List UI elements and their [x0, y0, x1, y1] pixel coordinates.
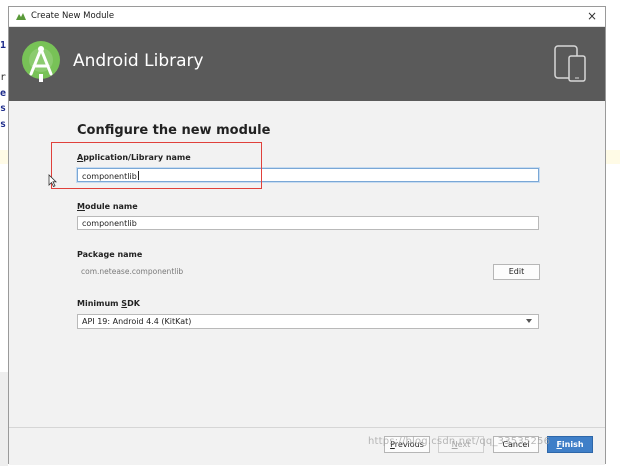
- ide-bottom-panel: [0, 372, 8, 466]
- module-name-label: Module name: [77, 202, 138, 211]
- edit-package-button[interactable]: Edit: [493, 264, 540, 280]
- wizard-banner: Android Library: [9, 27, 605, 101]
- module-name-input[interactable]: componentlib: [77, 216, 539, 230]
- android-studio-icon: [16, 13, 26, 20]
- ide-code-char: r: [0, 72, 7, 83]
- ide-code-char: s: [0, 119, 7, 130]
- app-name-label: Application/Library name: [77, 153, 191, 162]
- dialog-titlebar[interactable]: Create New Module ×: [9, 7, 605, 27]
- phone-tablet-icon: [554, 45, 586, 82]
- finish-button[interactable]: Finish: [547, 436, 593, 453]
- min-sdk-label: Minimum SDK: [77, 299, 140, 308]
- app-name-input[interactable]: componentlib: [77, 168, 539, 182]
- ide-line-highlight: [606, 150, 620, 164]
- ide-code-char: s: [0, 103, 7, 114]
- form-area: Configure the new module Application/Lib…: [9, 101, 605, 433]
- banner-title: Android Library: [73, 51, 204, 71]
- close-icon[interactable]: ×: [587, 9, 597, 23]
- mouse-pointer-icon: [48, 174, 57, 187]
- package-name-label: Package name: [77, 250, 143, 259]
- package-name-value: com.netease.componentlib: [81, 267, 184, 276]
- android-studio-logo-icon: [22, 41, 60, 82]
- watermark-text: https://blog.csdn.net/qq_33535256: [368, 436, 551, 447]
- create-module-dialog: Create New Module × Android Library Conf…: [8, 6, 606, 465]
- ide-line-highlight: [0, 150, 8, 164]
- ide-code-char: e: [0, 88, 7, 99]
- page-title: Configure the new module: [77, 123, 271, 138]
- chevron-down-icon: [526, 319, 532, 323]
- min-sdk-select[interactable]: API 19: Android 4.4 (KitKat): [77, 314, 539, 329]
- dialog-title: Create New Module: [31, 11, 115, 21]
- ide-code-char: 1: [0, 40, 7, 51]
